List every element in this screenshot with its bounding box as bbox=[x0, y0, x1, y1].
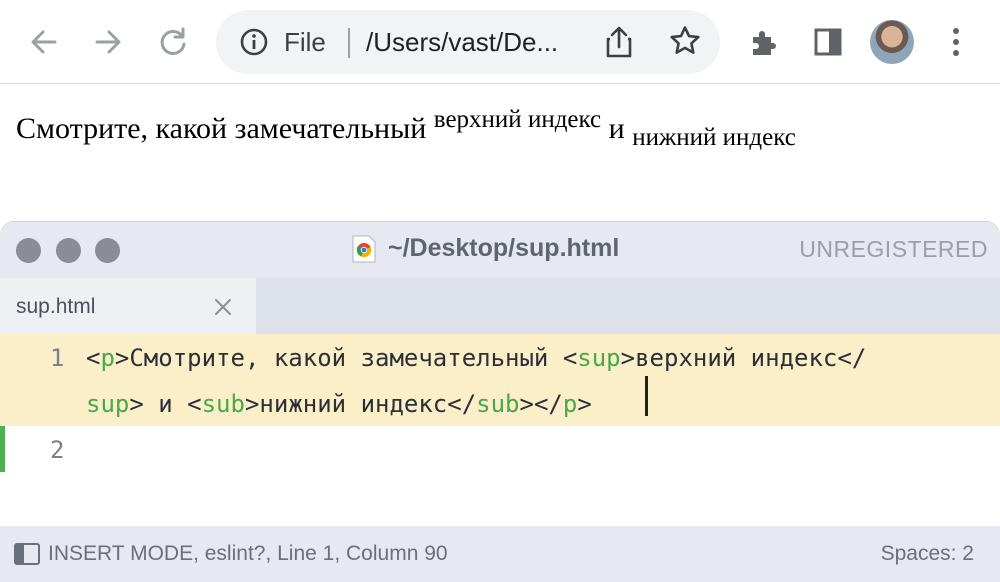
close-icon[interactable] bbox=[212, 296, 234, 318]
status-mode-text: INSERT MODE, eslint?, Line 1, Column 90 bbox=[48, 542, 448, 565]
omnibox-divider bbox=[348, 28, 350, 58]
url-scheme-label: File bbox=[284, 27, 326, 57]
html-file-icon bbox=[351, 235, 377, 263]
superscript-text: верхний индекс bbox=[433, 106, 602, 133]
zoom-window-button[interactable] bbox=[95, 238, 120, 263]
forward-icon[interactable] bbox=[90, 24, 126, 60]
text-cursor bbox=[645, 376, 648, 416]
info-icon[interactable] bbox=[238, 26, 270, 58]
sidebar-toggle-icon[interactable] bbox=[14, 543, 40, 565]
minimize-window-button[interactable] bbox=[56, 238, 81, 263]
close-window-button[interactable] bbox=[16, 238, 41, 263]
back-icon[interactable] bbox=[26, 24, 62, 60]
code-line: <p>Смотрите, какой замечательный <sup>ве… bbox=[86, 344, 867, 372]
reload-icon[interactable] bbox=[155, 24, 191, 60]
paragraph-conjunction: и bbox=[601, 112, 633, 145]
subscript-text: нижний индекс bbox=[632, 124, 796, 151]
tab-sup-html[interactable]: sup.html bbox=[0, 278, 256, 334]
editor-titlebar: ~/Desktop/sup.html UNREGISTERED bbox=[0, 222, 1000, 278]
unregistered-label: UNREGISTERED bbox=[799, 236, 988, 262]
line-number: 1 bbox=[50, 344, 65, 372]
indentation-setting[interactable]: Spaces: 2 bbox=[881, 542, 974, 566]
side-panel-icon[interactable] bbox=[810, 24, 846, 60]
url-text[interactable]: /Users/vast/De... bbox=[366, 27, 558, 58]
menu-icon[interactable] bbox=[938, 24, 974, 60]
share-icon[interactable] bbox=[602, 24, 636, 60]
code-line-wrapped: sup> и <sub>нижний индекс</sub></p> bbox=[86, 390, 592, 418]
avatar[interactable] bbox=[870, 20, 914, 64]
editor-title: ~/Desktop/sup.html bbox=[388, 234, 620, 262]
address-bar[interactable]: File /Users/vast/De... bbox=[216, 10, 720, 74]
star-icon[interactable] bbox=[668, 24, 702, 58]
rendered-paragraph: Смотрите, какой замечательный верхний ин… bbox=[16, 106, 796, 152]
tab-label: sup.html bbox=[16, 295, 96, 318]
extensions-icon[interactable] bbox=[746, 24, 782, 60]
paragraph-text: Смотрите, какой замечательный bbox=[16, 112, 434, 145]
editor-tab-strip: sup.html bbox=[0, 278, 1000, 334]
line-number: 2 bbox=[50, 436, 65, 464]
code-editor[interactable]: 1 <p>Смотрите, какой замечательный <sup>… bbox=[0, 334, 1000, 526]
editor-window: ~/Desktop/sup.html UNREGISTERED sup.html… bbox=[0, 222, 1000, 582]
modified-line-marker bbox=[0, 426, 5, 472]
status-bar: INSERT MODE, eslint?, Line 1, Column 90 … bbox=[0, 526, 1000, 582]
browser-toolbar: File /Users/vast/De... bbox=[0, 0, 1000, 84]
